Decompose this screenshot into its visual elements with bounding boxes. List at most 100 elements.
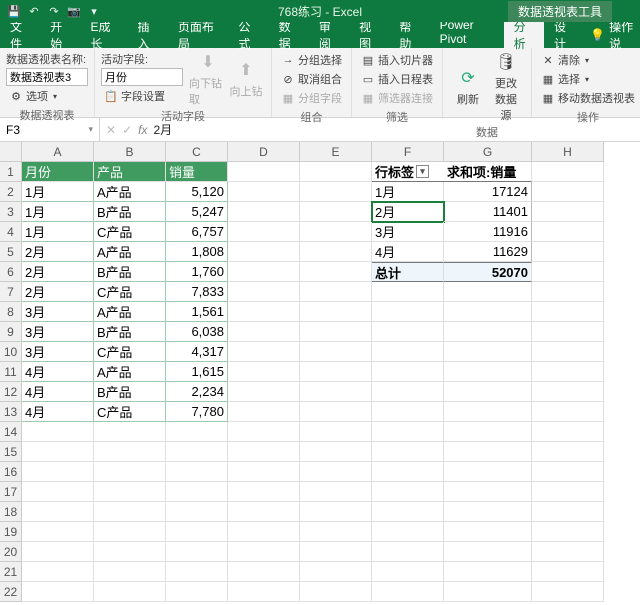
cell-B10[interactable]: C产品 bbox=[94, 342, 166, 362]
cell-H22[interactable] bbox=[532, 582, 604, 602]
qat-more-icon[interactable]: ▾ bbox=[86, 3, 102, 19]
cell-C15[interactable] bbox=[166, 442, 228, 462]
cell-A5[interactable]: 2月 bbox=[22, 242, 94, 262]
cell-G6[interactable]: 52070 bbox=[444, 262, 532, 282]
col-header-A[interactable]: A bbox=[22, 142, 94, 162]
cell-C9[interactable]: 6,038 bbox=[166, 322, 228, 342]
cell-C19[interactable] bbox=[166, 522, 228, 542]
row-header-4[interactable]: 4 bbox=[0, 222, 22, 242]
camera-icon[interactable]: 📷 bbox=[66, 3, 82, 19]
row-header-22[interactable]: 22 bbox=[0, 582, 22, 602]
insert-slicer-button[interactable]: ▤插入切片器 bbox=[358, 51, 436, 69]
active-field-input[interactable] bbox=[101, 68, 183, 86]
cell-G10[interactable] bbox=[444, 342, 532, 362]
cell-C3[interactable]: 5,247 bbox=[166, 202, 228, 222]
tell-me[interactable]: 💡 操作说 bbox=[590, 18, 640, 52]
cell-C11[interactable]: 1,615 bbox=[166, 362, 228, 382]
refresh-button[interactable]: ⟳刷新 bbox=[449, 51, 487, 123]
cell-E6[interactable] bbox=[300, 262, 372, 282]
cell-G17[interactable] bbox=[444, 482, 532, 502]
select-button[interactable]: ▦选择▾ bbox=[538, 70, 638, 88]
cell-E22[interactable] bbox=[300, 582, 372, 602]
cell-E1[interactable] bbox=[300, 162, 372, 182]
cell-G9[interactable] bbox=[444, 322, 532, 342]
move-pivot-button[interactable]: ▦移动数据透视表 bbox=[538, 89, 638, 107]
cell-F16[interactable] bbox=[372, 462, 444, 482]
cell-C13[interactable]: 7,780 bbox=[166, 402, 228, 422]
cell-H21[interactable] bbox=[532, 562, 604, 582]
row-header-2[interactable]: 2 bbox=[0, 182, 22, 202]
cell-F9[interactable] bbox=[372, 322, 444, 342]
cell-F7[interactable] bbox=[372, 282, 444, 302]
cell-F3[interactable]: 2月 bbox=[372, 202, 444, 222]
cell-B21[interactable] bbox=[94, 562, 166, 582]
cell-D3[interactable] bbox=[228, 202, 300, 222]
cell-D6[interactable] bbox=[228, 262, 300, 282]
row-header-6[interactable]: 6 bbox=[0, 262, 22, 282]
col-header-F[interactable]: F bbox=[372, 142, 444, 162]
cell-E14[interactable] bbox=[300, 422, 372, 442]
cancel-icon[interactable]: ✕ bbox=[106, 123, 116, 137]
cell-C1[interactable]: 销量 bbox=[166, 162, 228, 182]
cell-D19[interactable] bbox=[228, 522, 300, 542]
cell-B22[interactable] bbox=[94, 582, 166, 602]
cell-C18[interactable] bbox=[166, 502, 228, 522]
cell-G1[interactable]: 求和项:销量 bbox=[444, 162, 532, 182]
redo-icon[interactable]: ↷ bbox=[46, 3, 62, 19]
cell-H4[interactable] bbox=[532, 222, 604, 242]
row-header-18[interactable]: 18 bbox=[0, 502, 22, 522]
cell-C7[interactable]: 7,833 bbox=[166, 282, 228, 302]
cell-G15[interactable] bbox=[444, 442, 532, 462]
cell-F19[interactable] bbox=[372, 522, 444, 542]
cell-A19[interactable] bbox=[22, 522, 94, 542]
cell-H16[interactable] bbox=[532, 462, 604, 482]
cell-A6[interactable]: 2月 bbox=[22, 262, 94, 282]
cell-E8[interactable] bbox=[300, 302, 372, 322]
cell-D1[interactable] bbox=[228, 162, 300, 182]
cell-F11[interactable] bbox=[372, 362, 444, 382]
cell-C8[interactable]: 1,561 bbox=[166, 302, 228, 322]
cell-F5[interactable]: 4月 bbox=[372, 242, 444, 262]
row-header-13[interactable]: 13 bbox=[0, 402, 22, 422]
cell-B13[interactable]: C产品 bbox=[94, 402, 166, 422]
cell-G13[interactable] bbox=[444, 402, 532, 422]
cell-A4[interactable]: 1月 bbox=[22, 222, 94, 242]
cell-A21[interactable] bbox=[22, 562, 94, 582]
cell-E7[interactable] bbox=[300, 282, 372, 302]
cell-H18[interactable] bbox=[532, 502, 604, 522]
cell-C21[interactable] bbox=[166, 562, 228, 582]
cell-C22[interactable] bbox=[166, 582, 228, 602]
cell-A8[interactable]: 3月 bbox=[22, 302, 94, 322]
row-header-8[interactable]: 8 bbox=[0, 302, 22, 322]
select-all-corner[interactable] bbox=[0, 142, 22, 162]
cell-H17[interactable] bbox=[532, 482, 604, 502]
group-selection-button[interactable]: →分组选择 bbox=[278, 51, 345, 69]
row-header-17[interactable]: 17 bbox=[0, 482, 22, 502]
cell-D4[interactable] bbox=[228, 222, 300, 242]
cell-D22[interactable] bbox=[228, 582, 300, 602]
row-header-7[interactable]: 7 bbox=[0, 282, 22, 302]
cell-A16[interactable] bbox=[22, 462, 94, 482]
cell-D9[interactable] bbox=[228, 322, 300, 342]
cell-C20[interactable] bbox=[166, 542, 228, 562]
cell-D14[interactable] bbox=[228, 422, 300, 442]
cell-F12[interactable] bbox=[372, 382, 444, 402]
cell-D13[interactable] bbox=[228, 402, 300, 422]
cell-C5[interactable]: 1,808 bbox=[166, 242, 228, 262]
cell-A7[interactable]: 2月 bbox=[22, 282, 94, 302]
cell-F13[interactable] bbox=[372, 402, 444, 422]
cell-E5[interactable] bbox=[300, 242, 372, 262]
pivot-filter-dropdown[interactable]: ▾ bbox=[416, 165, 429, 178]
cell-G11[interactable] bbox=[444, 362, 532, 382]
change-source-button[interactable]: 🛢更改数据源 bbox=[487, 51, 525, 123]
insert-timeline-button[interactable]: ▭插入日程表 bbox=[358, 70, 436, 88]
cell-D12[interactable] bbox=[228, 382, 300, 402]
cell-H1[interactable] bbox=[532, 162, 604, 182]
cell-B3[interactable]: B产品 bbox=[94, 202, 166, 222]
cell-A13[interactable]: 4月 bbox=[22, 402, 94, 422]
cell-H5[interactable] bbox=[532, 242, 604, 262]
cell-E2[interactable] bbox=[300, 182, 372, 202]
cell-D17[interactable] bbox=[228, 482, 300, 502]
undo-icon[interactable]: ↶ bbox=[26, 3, 42, 19]
cell-H20[interactable] bbox=[532, 542, 604, 562]
